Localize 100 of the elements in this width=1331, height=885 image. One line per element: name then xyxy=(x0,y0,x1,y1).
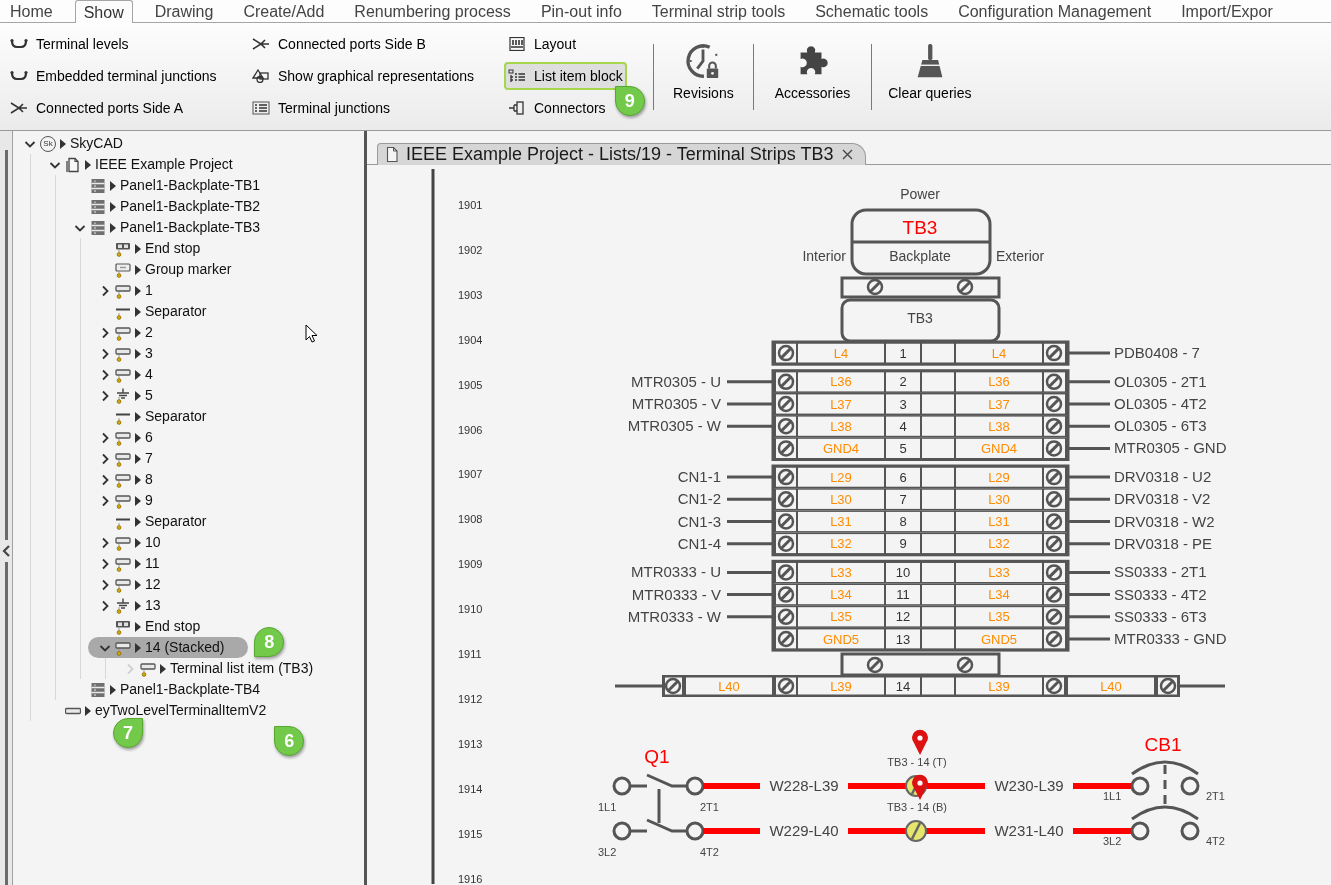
wire-label: L31 xyxy=(988,514,1010,529)
wire-label: L34 xyxy=(830,587,852,603)
screw-icon xyxy=(777,630,795,648)
row-number: 1908 xyxy=(458,513,483,526)
strip-label: TB3 xyxy=(907,310,933,326)
ribbon-button[interactable]: Connected ports Side B xyxy=(248,30,430,58)
menu-tab[interactable]: Create/Add xyxy=(235,0,333,22)
connection-label: DRV0318 - W2 xyxy=(1114,512,1215,530)
wire-label: L39 xyxy=(830,678,852,694)
wire-label: L35 xyxy=(988,609,1010,625)
marker-label: TB3 - 14 (B) xyxy=(887,801,947,813)
connection-line xyxy=(1068,351,1110,355)
terminal-number: 8 xyxy=(899,514,907,529)
row-number: 1914 xyxy=(458,782,483,795)
terminal-strip-icon xyxy=(90,219,106,236)
tree-item[interactable]: 6 xyxy=(99,427,153,448)
tree-item[interactable]: 13 xyxy=(99,595,161,616)
caret-icon xyxy=(135,495,141,506)
menu-tab[interactable]: Schematic tools xyxy=(807,0,937,22)
close-icon[interactable] xyxy=(841,149,853,160)
menu-tab[interactable]: Drawing xyxy=(146,0,222,22)
tree-item[interactable]: 5 xyxy=(99,385,153,406)
caret-icon xyxy=(60,138,66,149)
connection-label: MTR0333 - W xyxy=(627,607,721,625)
tree-item[interactable]: 2 xyxy=(99,322,153,343)
tree-item[interactable]: Separator xyxy=(99,406,207,427)
tree-item[interactable]: Separator xyxy=(99,511,207,532)
ribbon-button[interactable]: Terminal levels xyxy=(6,30,133,58)
screw-icon xyxy=(1045,630,1063,648)
terminal-number: 5 xyxy=(899,440,907,456)
caret-icon xyxy=(135,306,141,317)
terminal-label: 3L2 xyxy=(598,846,617,858)
tree-item[interactable]: 9 xyxy=(99,490,153,511)
terminal-number: 9 xyxy=(899,536,907,552)
terminal-label: 4T2 xyxy=(1206,835,1225,847)
screw-icon xyxy=(1045,513,1063,530)
wire-label: L38 xyxy=(830,418,852,434)
connection-label: CN1-4 xyxy=(677,534,721,552)
terminal-icon xyxy=(115,366,131,383)
ribbon-button[interactable]: Layout xyxy=(504,30,581,58)
ribbon-button[interactable]: Terminal junctions xyxy=(248,94,395,122)
ribbon-button[interactable]: Clear queries xyxy=(872,30,988,104)
location-label: Backplate xyxy=(889,248,951,264)
tree-item[interactable]: Panel1-Backplate-TB3 xyxy=(74,217,261,238)
tree-item[interactable]: Panel1-Backplate-TB2 xyxy=(74,196,261,217)
ribbon-button[interactable]: Connected ports Side A xyxy=(6,94,188,122)
row-number: 1909 xyxy=(458,558,483,571)
menu-tab[interactable]: Home xyxy=(2,0,61,22)
tree-item[interactable]: End stop xyxy=(99,238,201,259)
document-icon xyxy=(386,147,398,162)
tree-item[interactable]: 8 xyxy=(99,469,153,490)
side-label: Interior xyxy=(802,248,846,264)
tree-item[interactable]: IEEE Example Project xyxy=(49,154,233,175)
tree-item[interactable]: 12 xyxy=(99,574,161,595)
tree-item[interactable]: 11 xyxy=(99,553,160,574)
connection-label: DRV0318 - V2 xyxy=(1114,490,1211,508)
terminal-number: 3 xyxy=(899,396,907,412)
ribbon-button[interactable]: Show graphical representations xyxy=(248,62,479,90)
document-icon xyxy=(65,156,81,173)
menu-tab[interactable]: Import/Expor xyxy=(1173,0,1281,22)
ribbon-button[interactable]: Embedded terminal junctions xyxy=(6,62,221,90)
screw-icon xyxy=(956,656,974,674)
tree-item[interactable]: 1 xyxy=(99,280,153,301)
document-tab[interactable]: IEEE Example Project - Lists/19 - Terminal Strips TB3 xyxy=(377,143,866,165)
menu-tab[interactable]: Renumbering process xyxy=(346,0,519,22)
ribbon-button[interactable]: Revisions xyxy=(654,30,753,104)
connection-label: SS0333 - 2T1 xyxy=(1114,563,1207,581)
wire-label: L30 xyxy=(830,491,852,507)
tree-item[interactable]: 3 xyxy=(99,343,153,364)
marker-label: TB3 - 14 (T) xyxy=(887,756,947,768)
tree-item[interactable]: Group marker xyxy=(99,259,232,280)
tree-item[interactable]: Panel1-Backplate-TB4 xyxy=(74,679,261,700)
tree-item[interactable]: 10 xyxy=(99,532,161,553)
tree-item[interactable]: 4 xyxy=(99,364,153,385)
terminal-label: 1L1 xyxy=(598,801,617,813)
tree-item[interactable]: Terminal list item (TB3) xyxy=(124,658,314,679)
crossed-lines-icon xyxy=(252,37,270,51)
wire-label: L36 xyxy=(988,374,1010,390)
menu-tab[interactable]: Show xyxy=(74,0,133,23)
screw-icon xyxy=(1045,344,1063,362)
wire-label: GND5 xyxy=(980,631,1018,647)
grid-icon xyxy=(508,37,526,51)
tree-item[interactable]: Separator xyxy=(99,301,207,322)
menu-tab[interactable]: Configuration Management xyxy=(950,0,1160,22)
terminal-label: 3L2 xyxy=(1103,835,1122,847)
caret-icon xyxy=(110,222,116,233)
chevron-left-icon[interactable] xyxy=(1,545,11,557)
connection-label: OL0305 - 4T2 xyxy=(1114,395,1207,412)
wire-label: GND5 xyxy=(822,631,860,647)
tree-item[interactable]: Sk SkyCAD xyxy=(24,133,123,154)
tree-item[interactable]: 7 xyxy=(99,448,153,469)
menu-tab[interactable]: Terminal strip tools xyxy=(643,0,794,22)
caret-icon xyxy=(135,411,141,422)
terminal-icon xyxy=(115,324,131,341)
connection-label: MTR0305 - V xyxy=(631,395,721,412)
menu-tab[interactable]: Pin-out info xyxy=(532,0,630,22)
tree-item[interactable]: Panel1-Backplate-TB1 xyxy=(74,175,261,196)
connection-line xyxy=(1068,615,1110,619)
ribbon-button[interactable]: Accessories xyxy=(753,30,872,104)
terminal-number: 14 xyxy=(895,678,911,694)
